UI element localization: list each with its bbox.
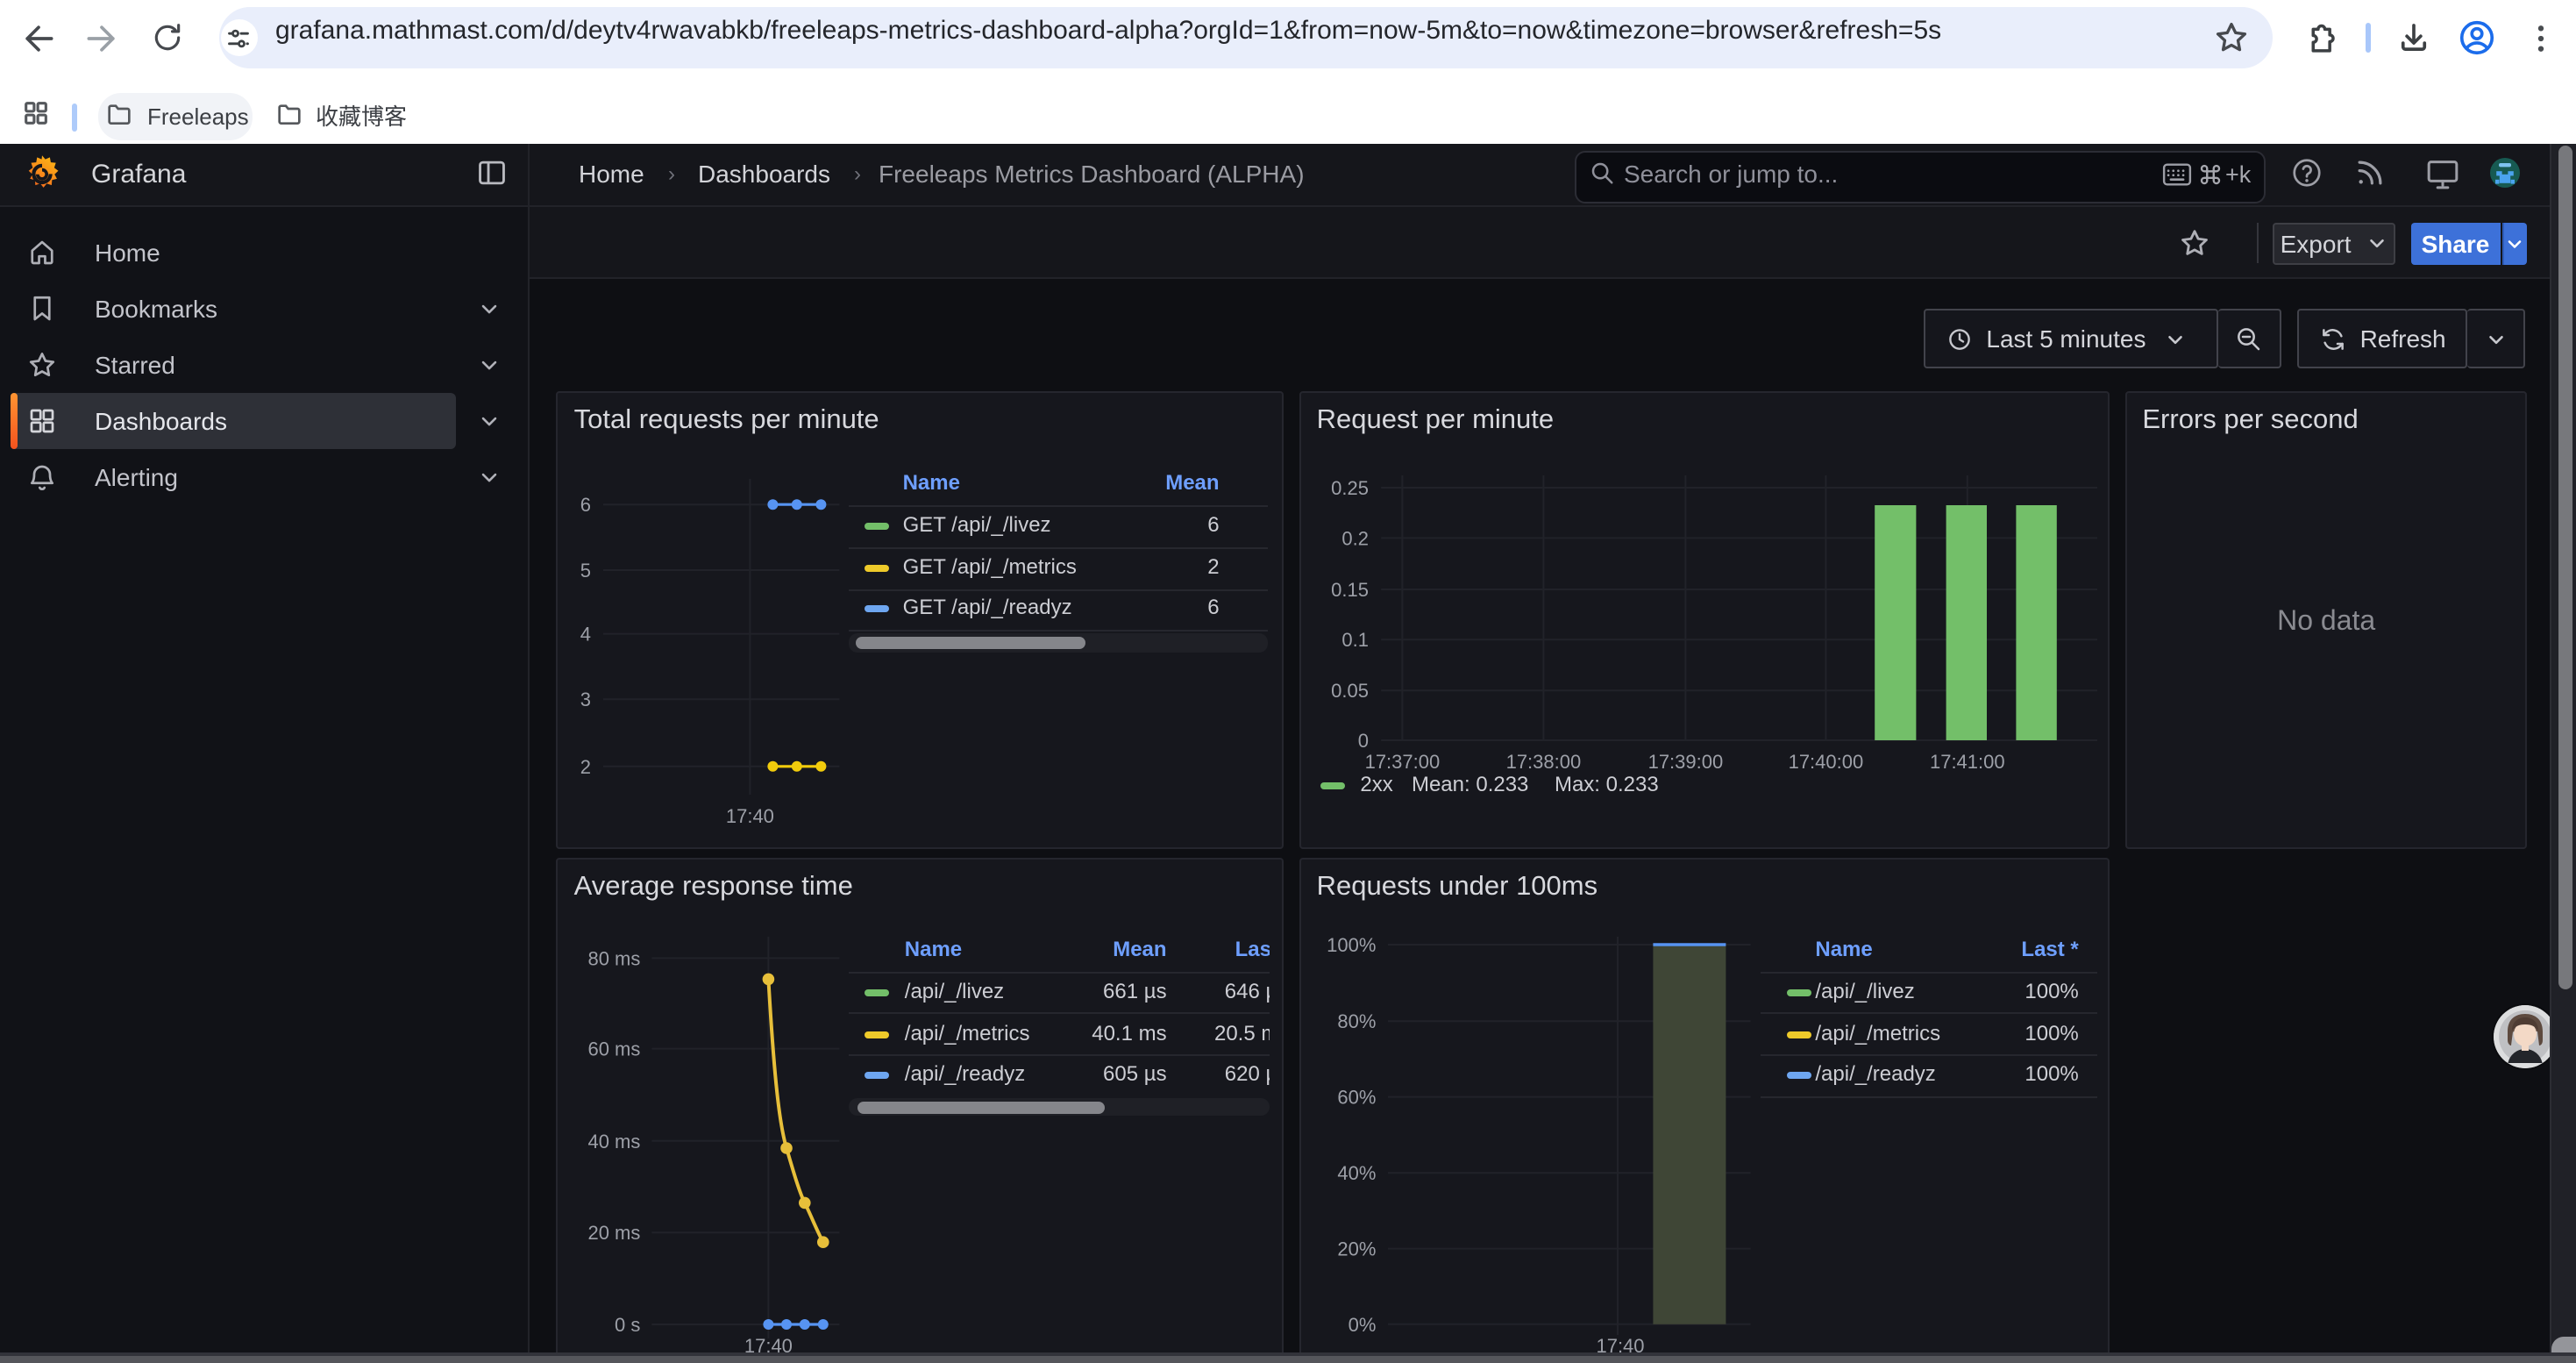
- svg-text:0.15: 0.15: [1331, 579, 1369, 601]
- svg-text:0.2: 0.2: [1341, 527, 1369, 549]
- svg-text:0%: 0%: [1348, 1314, 1376, 1336]
- svg-text:0.1: 0.1: [1341, 629, 1369, 651]
- svg-text:0: 0: [1357, 730, 1368, 752]
- svg-text:40%: 40%: [1337, 1163, 1376, 1185]
- svg-text:100%: 100%: [1327, 934, 1376, 956]
- svg-text:0.25: 0.25: [1331, 477, 1369, 499]
- svg-text:60%: 60%: [1337, 1087, 1376, 1109]
- svg-text:2: 2: [580, 756, 591, 778]
- svg-text:17:40: 17:40: [726, 805, 774, 827]
- svg-text:5: 5: [580, 560, 591, 582]
- svg-text:6: 6: [580, 494, 591, 516]
- svg-text:4: 4: [580, 624, 591, 646]
- svg-text:17:38:00: 17:38:00: [1505, 751, 1581, 773]
- svg-text:17:41:00: 17:41:00: [1930, 751, 2005, 773]
- svg-text:80%: 80%: [1337, 1011, 1376, 1033]
- svg-text:3: 3: [580, 689, 591, 710]
- svg-text:17:39:00: 17:39:00: [1647, 751, 1723, 773]
- svg-text:20%: 20%: [1337, 1238, 1376, 1260]
- svg-text:17:37:00: 17:37:00: [1364, 751, 1440, 773]
- svg-text:17:40:00: 17:40:00: [1788, 751, 1863, 773]
- svg-text:0.05: 0.05: [1331, 680, 1369, 702]
